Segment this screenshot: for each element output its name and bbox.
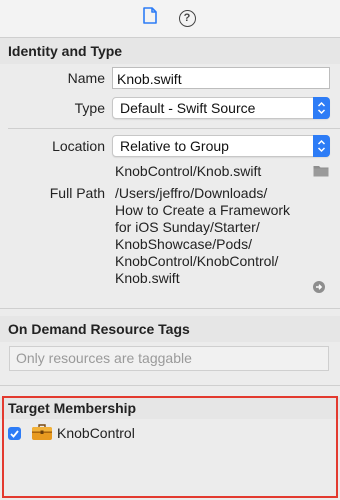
location-popup-value: Relative to Group bbox=[120, 138, 229, 154]
type-popup-value: Default - Swift Source bbox=[120, 100, 256, 116]
divider bbox=[0, 385, 340, 386]
full-path-line: for iOS Sunday/Starter/ bbox=[115, 219, 260, 235]
divider bbox=[8, 128, 340, 129]
popup-arrows-icon bbox=[313, 97, 330, 119]
relative-path: KnobControl/Knob.swift bbox=[115, 163, 262, 179]
full-path-line: KnobShowcase/Pods/ bbox=[115, 236, 252, 252]
name-field[interactable]: Knob.swift bbox=[112, 67, 330, 89]
full-path-line: /Users/jeffro/Downloads/ bbox=[115, 185, 268, 201]
checkmark-icon bbox=[10, 429, 19, 438]
inspector-toolbar: ? bbox=[0, 0, 340, 37]
reveal-in-finder-icon[interactable] bbox=[313, 281, 325, 293]
full-path-label: Full Path bbox=[49, 185, 105, 201]
full-path-line: How to Create a Framework bbox=[115, 202, 291, 218]
type-popup[interactable]: Default - Swift Source bbox=[112, 97, 330, 119]
full-path-line: KnobControl/KnobControl/ bbox=[115, 253, 279, 269]
location-popup[interactable]: Relative to Group bbox=[112, 135, 330, 157]
location-label: Location bbox=[52, 138, 105, 154]
name-label: Name bbox=[67, 70, 105, 86]
target-membership-header: Target Membership bbox=[0, 397, 340, 419]
quick-help-button[interactable]: ? bbox=[177, 8, 197, 28]
question-circle-icon: ? bbox=[178, 9, 196, 27]
identity-type-header: Identity and Type bbox=[0, 38, 340, 64]
document-icon bbox=[143, 7, 157, 29]
resource-tags-field[interactable]: Only resources are taggable bbox=[9, 346, 329, 371]
popup-arrows-icon bbox=[313, 135, 330, 157]
on-demand-tags-header: On Demand Resource Tags bbox=[0, 316, 340, 342]
divider bbox=[0, 308, 340, 309]
target-name: KnobControl bbox=[57, 425, 135, 441]
toolbox-icon bbox=[31, 424, 53, 446]
file-inspector-button[interactable] bbox=[140, 7, 160, 29]
full-path-line: Knob.swift bbox=[115, 270, 180, 286]
folder-icon[interactable] bbox=[313, 164, 329, 182]
target-checkbox[interactable] bbox=[8, 427, 21, 440]
type-label: Type bbox=[74, 100, 105, 116]
full-path: /Users/jeffro/Downloads/ How to Create a… bbox=[115, 185, 290, 287]
